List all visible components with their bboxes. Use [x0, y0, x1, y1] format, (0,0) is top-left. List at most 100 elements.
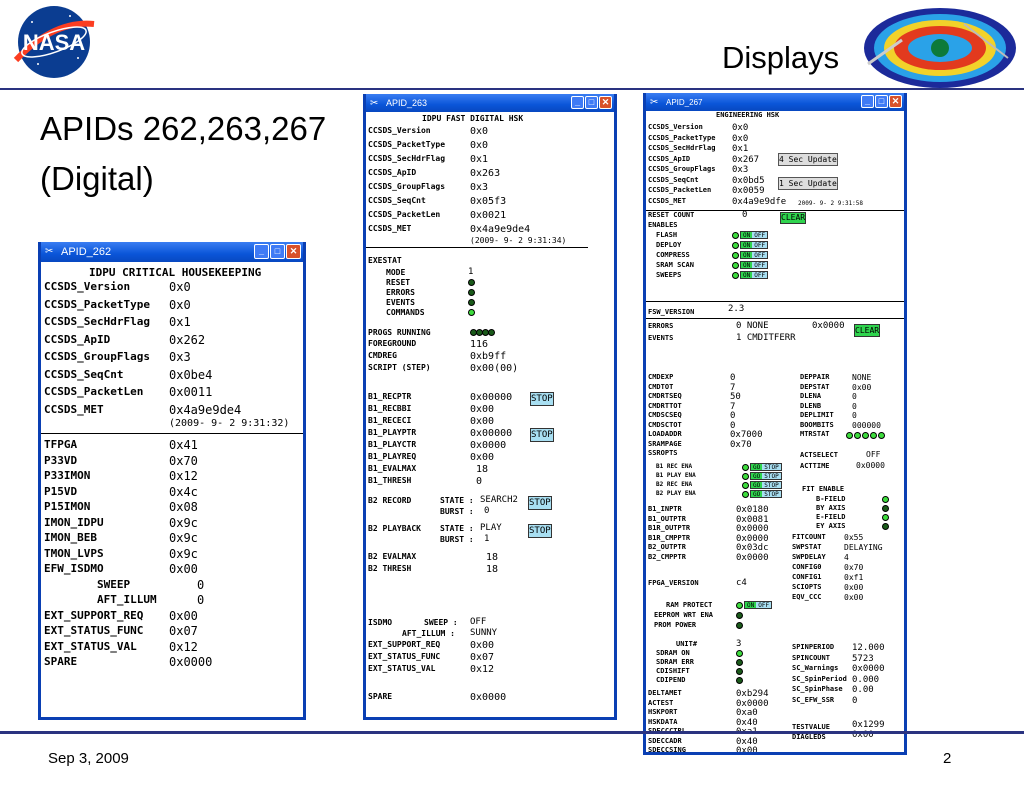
enable-toggle[interactable]: ON OFF	[740, 271, 769, 279]
ssr-toggle[interactable]: GO STOP	[750, 463, 782, 471]
field-label: SPINPERIOD	[792, 643, 835, 651]
toggle-off-button[interactable]: OFF	[752, 232, 768, 239]
field-label: TFPGA	[44, 438, 78, 451]
field-label: AFT_ILLUM :	[402, 629, 455, 638]
maximize-button[interactable]: □	[875, 95, 888, 108]
field-value: 0x40	[736, 736, 758, 747]
toggle-off-button[interactable]: OFF	[752, 252, 768, 259]
field-label: CCSDS_ApID	[648, 154, 691, 163]
field-label: ERRORS	[648, 322, 674, 330]
toggle-on-button[interactable]: ON	[741, 252, 753, 259]
update-1sec-button[interactable]: 1 Sec Update	[778, 177, 838, 190]
stop-button[interactable]: STOP	[528, 524, 552, 538]
field-label: B1_RECBBI	[368, 404, 412, 413]
enable-toggle[interactable]: ON OFF	[740, 231, 769, 239]
enable-label: DEPLOY	[656, 241, 682, 249]
toggle-on-button[interactable]: GO	[751, 491, 763, 498]
minimize-button[interactable]: _	[861, 95, 874, 108]
enable-toggle[interactable]: ON OFF	[740, 251, 769, 259]
stop-button[interactable]: STOP	[530, 428, 554, 442]
field-label: SDECCSING	[648, 746, 686, 754]
maximize-button[interactable]: □	[270, 244, 285, 259]
clear-button[interactable]: CLEAR	[780, 212, 807, 224]
close-button[interactable]: ✕	[286, 244, 301, 259]
field-value: NONE	[852, 373, 872, 382]
field-value: 0x70	[730, 439, 752, 450]
field-label: FOREGROUND	[368, 339, 417, 348]
field-label: SC_SpinPhase	[792, 685, 843, 693]
status-led-icon	[882, 514, 889, 521]
toggle-off-button[interactable]: OFF	[752, 262, 768, 269]
clear-button[interactable]: CLEAR	[854, 324, 881, 337]
apid-262-window[interactable]: ✂ APID_262 _ □ ✕ IDPU CRITICAL HOUSEKEEP…	[38, 242, 306, 720]
ram-protect-toggle[interactable]: ON OFF	[744, 601, 773, 609]
toggle-on-button[interactable]: GO	[751, 473, 763, 480]
field-value: 0x0	[169, 280, 191, 294]
stop-button[interactable]: STOP	[530, 392, 554, 406]
toggle-off-button[interactable]: OFF	[756, 602, 772, 609]
enable-toggle[interactable]: ON OFF	[740, 241, 769, 249]
toggle-on-button[interactable]: ON	[741, 262, 753, 269]
apid-263-titlebar[interactable]: ✂ APID_263 _ □ ✕	[366, 94, 614, 112]
field-value: 2.3	[728, 304, 745, 314]
field-label: B1R_OUTPTR	[648, 524, 691, 532]
field-label: B2_CMPPTR	[648, 552, 686, 561]
field-label: CMDEXP	[648, 373, 674, 381]
toggle-on-button[interactable]: GO	[751, 464, 763, 471]
field-value: 0xf1	[844, 573, 864, 582]
field-value: 0x0021	[470, 210, 507, 221]
field-label: CCSDS_MET	[368, 224, 412, 233]
field-value: 0xa0	[736, 708, 758, 718]
burst-value: 1	[484, 534, 490, 544]
stop-button[interactable]: STOP	[528, 496, 552, 510]
field-value: 000000	[852, 420, 881, 430]
apid-263-window[interactable]: ✂ APID_263 _ □ ✕ IDPU FAST DIGITAL HSK CC…	[363, 94, 617, 720]
close-button[interactable]: ✕	[599, 96, 612, 109]
toggle-on-button[interactable]: ON	[745, 602, 757, 609]
field-label: CCSDS_ApID	[368, 168, 417, 177]
minimize-button[interactable]: _	[571, 96, 584, 109]
field-value: 0x1299	[852, 720, 885, 730]
toggle-off-button[interactable]: STOP	[762, 464, 781, 471]
toggle-on-button[interactable]: ON	[741, 242, 753, 249]
ssr-toggle[interactable]: GO STOP	[750, 472, 782, 480]
field-value: 0	[852, 695, 858, 706]
status-led-icon	[882, 505, 889, 512]
field-label: B1_INPTR	[648, 505, 682, 513]
field-value: 0x00	[736, 746, 758, 755]
status-led-icon	[468, 299, 475, 306]
apid-267-window[interactable]: ✂ APID_267 _ □ ✕ ENGINEERING HSK CCSDS_Ve…	[643, 93, 907, 755]
apid-262-titlebar[interactable]: ✂ APID_262 _ □ ✕	[41, 242, 303, 262]
section-label: EXESTAT	[368, 256, 402, 265]
toggle-on-button[interactable]: GO	[751, 482, 763, 489]
field-value: 0x1	[470, 154, 489, 165]
field-value: 1 CMDITFERR	[736, 333, 796, 343]
toggle-off-button[interactable]: STOP	[762, 482, 781, 489]
field-value: 0x267	[732, 154, 760, 165]
field-value: 0x0000	[470, 692, 507, 703]
field-value: 0	[852, 392, 857, 401]
field-value: 0x0	[470, 140, 489, 151]
toggle-on-button[interactable]: ON	[741, 232, 753, 239]
toggle-off-button[interactable]: OFF	[752, 242, 768, 249]
status-led-icon	[736, 668, 743, 675]
close-button[interactable]: ✕	[889, 95, 902, 108]
maximize-button[interactable]: □	[585, 96, 598, 109]
enable-toggle[interactable]: ON OFF	[740, 261, 769, 269]
minimize-button[interactable]: _	[254, 244, 269, 259]
status-led-icon	[862, 431, 869, 439]
toggle-off-button[interactable]: STOP	[762, 473, 781, 480]
radiation-belt-image	[864, 8, 1016, 88]
ssr-toggle[interactable]: GO STOP	[750, 481, 782, 489]
toggle-on-button[interactable]: ON	[741, 272, 753, 279]
field-label: CMDSCTOT	[648, 420, 682, 429]
field-value: 0x00	[470, 416, 495, 427]
toggle-off-button[interactable]: OFF	[752, 272, 768, 279]
toggle-off-button[interactable]: STOP	[762, 491, 781, 498]
apid-267-titlebar[interactable]: ✂ APID_267 _ □ ✕	[646, 93, 904, 111]
field-value: 0x00	[470, 640, 495, 651]
ssr-toggle[interactable]: GO STOP	[750, 490, 782, 498]
status-label: MODE	[386, 268, 406, 277]
field-label: SWEEP	[97, 577, 131, 591]
update-4sec-button[interactable]: 4 Sec Update	[778, 153, 838, 166]
